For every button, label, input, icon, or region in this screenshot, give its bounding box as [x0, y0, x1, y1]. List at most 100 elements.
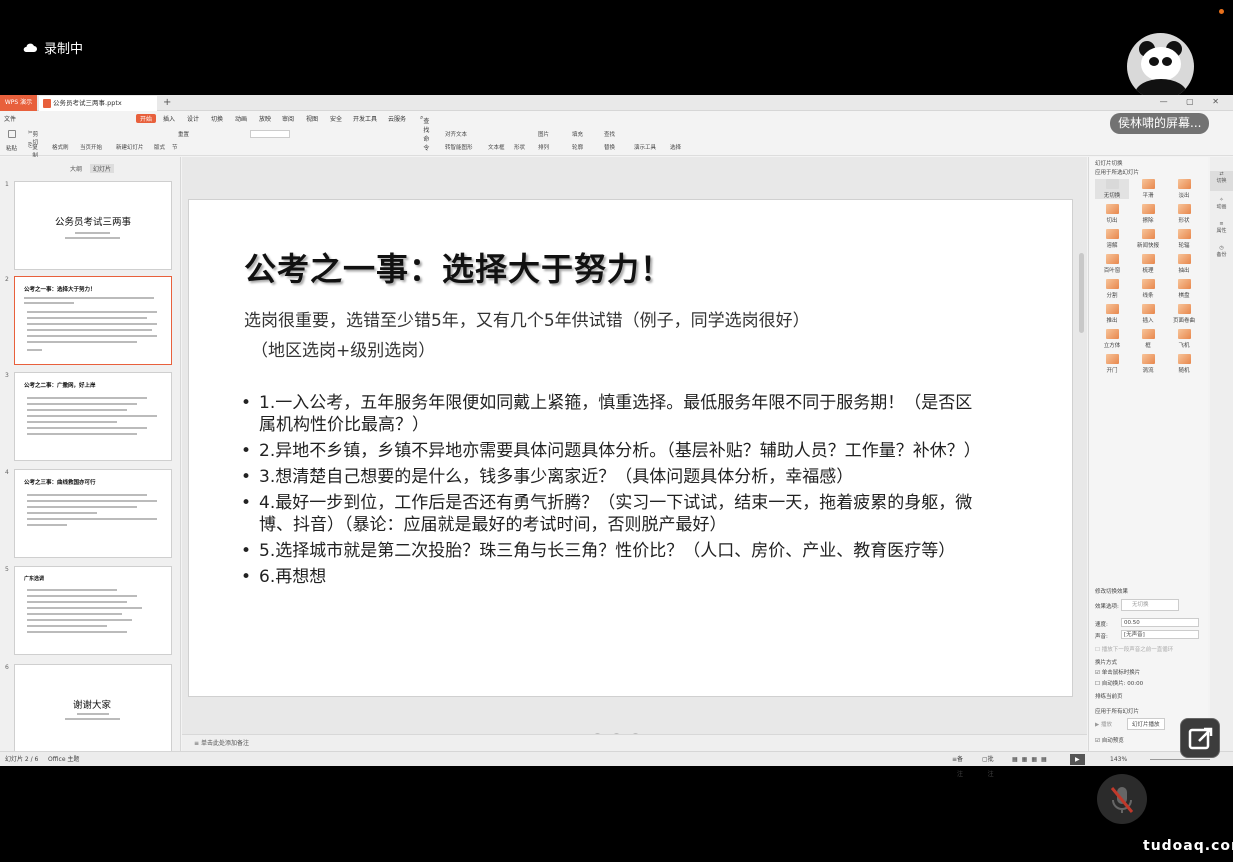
paste-button[interactable]: 粘贴: [6, 144, 17, 152]
menu-item-view[interactable]: 视图: [306, 114, 318, 123]
outline-button[interactable]: 轮廓: [572, 143, 583, 151]
tab-document[interactable]: 公务员考试三两事.pptx: [39, 96, 157, 111]
textbox-button[interactable]: 文本框: [488, 143, 505, 151]
copy-button[interactable]: ⎘ 复制: [28, 143, 38, 159]
zoom-level[interactable]: 143%: [1110, 752, 1127, 767]
arrange-button[interactable]: 排列: [538, 143, 549, 151]
section-button[interactable]: 节: [172, 143, 178, 151]
transition-effect-item[interactable]: 擦除: [1131, 204, 1165, 224]
mute-button[interactable]: [1097, 774, 1147, 824]
replace-button[interactable]: 替换: [604, 143, 615, 151]
sound-select[interactable]: [无声音]: [1121, 630, 1199, 639]
sidebar-item-properties[interactable]: ≡ 属性: [1210, 221, 1233, 234]
transition-effect-item[interactable]: 推出: [1095, 304, 1129, 324]
transition-effect-item[interactable]: 涡流: [1131, 354, 1165, 374]
window-controls[interactable]: — ▢ ✕: [1160, 97, 1227, 106]
paste-icon[interactable]: [8, 130, 16, 140]
transition-effect-item[interactable]: 百叶窗: [1095, 254, 1129, 274]
rehearse-button[interactable]: 排练当前页: [1095, 692, 1123, 700]
sidebar-item-transition[interactable]: ⇄ 切换: [1210, 171, 1233, 191]
play-button[interactable]: ▶ 播放: [1095, 720, 1112, 728]
sidebar-item-backup[interactable]: ◷ 备份: [1210, 245, 1233, 258]
menu-file[interactable]: 文件: [4, 114, 16, 123]
slide-2[interactable]: 公考之一事：选择大于努力！ 选岗很重要，选错至少错5年，又有几个5年供试错（例子…: [188, 199, 1073, 697]
picture-button[interactable]: 图片: [538, 130, 549, 138]
menu-item-animation[interactable]: 动画: [235, 114, 247, 123]
transition-effect-item[interactable]: 开门: [1095, 354, 1129, 374]
autopreview-checkbox[interactable]: ☑ 自动预览: [1095, 736, 1124, 744]
menu-item-home[interactable]: 开始: [136, 114, 157, 123]
transition-effect-item[interactable]: 插入: [1131, 304, 1165, 324]
transition-effect-item[interactable]: 淡出: [1167, 179, 1201, 199]
menu-item-developer[interactable]: 开发工具: [353, 114, 377, 123]
new-slide-button[interactable]: 新建幻灯片: [116, 143, 144, 151]
tab-wps-home[interactable]: WPS 演示: [0, 95, 37, 111]
transition-effect-item[interactable]: 框: [1131, 329, 1165, 349]
transition-effect-item[interactable]: 立方体: [1095, 329, 1129, 349]
menu-item-review[interactable]: 审阅: [282, 114, 294, 123]
play-from-current-button[interactable]: 当页开始: [80, 143, 102, 151]
notes-area[interactable]: ≡ 单击此处添加备注: [182, 734, 1087, 751]
tab-outline[interactable]: 大纲: [70, 164, 82, 173]
menu-item-transition[interactable]: 切换: [211, 114, 223, 123]
tab-slides[interactable]: 幻灯片: [90, 164, 115, 173]
menu-item-cloud[interactable]: 云服务: [388, 114, 406, 123]
slide-subtitle[interactable]: 选岗很重要，选错至少错5年，又有几个5年供试错（例子，同学选岗很好）: [244, 306, 810, 331]
transition-effect-item[interactable]: 棋盘: [1167, 279, 1201, 299]
vertical-scrollbar[interactable]: [1079, 253, 1084, 333]
menu-item-security[interactable]: 安全: [330, 114, 342, 123]
new-tab-button[interactable]: +: [163, 95, 171, 110]
menu-item-insert[interactable]: 插入: [163, 114, 175, 123]
transition-effect-item[interactable]: 抽出: [1167, 254, 1201, 274]
expand-button[interactable]: [1180, 718, 1220, 758]
play-slideshow-button[interactable]: ▶: [1070, 754, 1085, 765]
apply-all-button[interactable]: 应用于所有幻灯片: [1095, 707, 1139, 715]
align-text-button[interactable]: 对齐文本: [445, 130, 467, 138]
menu-item-slideshow[interactable]: 放映: [259, 114, 271, 123]
sidebar-item-animation[interactable]: ✧ 动画: [1210, 197, 1233, 210]
transition-effect-item[interactable]: 线条: [1131, 279, 1165, 299]
effect-option-select[interactable]: 无切换: [1121, 599, 1179, 611]
transition-effect-item[interactable]: 页面卷曲: [1167, 304, 1201, 324]
transition-effect-item[interactable]: 飞机: [1167, 329, 1201, 349]
transition-effect-item[interactable]: 切出: [1095, 204, 1129, 224]
slide-title[interactable]: 公考之一事：选择大于努力！: [244, 244, 673, 290]
transition-effect-item[interactable]: 形状: [1167, 204, 1201, 224]
comment-toggle[interactable]: ▢ 批注: [982, 752, 994, 778]
slide-thumbnail-5[interactable]: 广东选调: [14, 566, 172, 655]
avatar[interactable]: [1127, 33, 1194, 100]
layout-button[interactable]: 版式: [154, 143, 165, 151]
slide-canvas[interactable]: 公考之一事：选择大于努力！ 选岗很重要，选错至少错5年，又有几个5年供试错（例子…: [182, 157, 1087, 751]
transition-effect-item[interactable]: 分割: [1095, 279, 1129, 299]
find-button[interactable]: 查找: [604, 130, 615, 138]
menu-search[interactable]: ⌕ 查找命令: [420, 114, 429, 152]
fill-button[interactable]: 填充: [572, 130, 583, 138]
slide-thumbnail-6[interactable]: 谢谢大家: [14, 664, 172, 753]
present-tools-button[interactable]: 演示工具: [634, 143, 656, 151]
transition-effect-item[interactable]: 溶解: [1095, 229, 1129, 249]
slide-thumbnail-4[interactable]: 公考之三事：曲线救国亦可行: [14, 469, 172, 558]
cut-button[interactable]: ✂ 剪切: [28, 130, 38, 146]
transition-effect-item[interactable]: 轮辐: [1167, 229, 1201, 249]
auto-advance-checkbox[interactable]: ☐ 自动换片: 00:00: [1095, 679, 1143, 687]
on-click-checkbox[interactable]: ☑ 单击鼠标时换片: [1095, 668, 1140, 676]
transition-effect-item[interactable]: 随机: [1167, 354, 1201, 374]
view-buttons[interactable]: ▦▦▦▦: [1012, 752, 1051, 767]
bullet-list[interactable]: 1.一入公考，五年服务年限便如同戴上紧箍，慎重选择。最低服务年限不同于服务期！（…: [241, 392, 981, 592]
reset-button[interactable]: 重置: [178, 130, 189, 138]
smartart-button[interactable]: 转智能图形: [445, 143, 473, 151]
slide-subtitle-2[interactable]: （地区选岗+级别选岗）: [251, 336, 435, 361]
menu-item-design[interactable]: 设计: [187, 114, 199, 123]
transition-effect-item[interactable]: 平滑: [1131, 179, 1165, 199]
slide-thumbnail-2[interactable]: 公考之一事：选择大于努力！: [14, 276, 172, 365]
zoom-slider[interactable]: [1150, 759, 1210, 760]
loop-checkbox[interactable]: ☐ 播放下一段声音之前一直循环: [1095, 645, 1173, 653]
shape-button[interactable]: 形状: [514, 143, 525, 151]
transition-effect-item[interactable]: 无切换: [1095, 179, 1129, 199]
notes-toggle[interactable]: ≡ 备注: [952, 752, 963, 778]
slideshow-button[interactable]: 幻灯片播放: [1127, 718, 1165, 730]
transition-effect-item[interactable]: 新闻快报: [1131, 229, 1165, 249]
slide-thumbnail-3[interactable]: 公考之二事：广撒网，好上岸: [14, 372, 172, 461]
select-button[interactable]: 选择: [670, 143, 681, 151]
transition-effect-item[interactable]: 梳理: [1131, 254, 1165, 274]
